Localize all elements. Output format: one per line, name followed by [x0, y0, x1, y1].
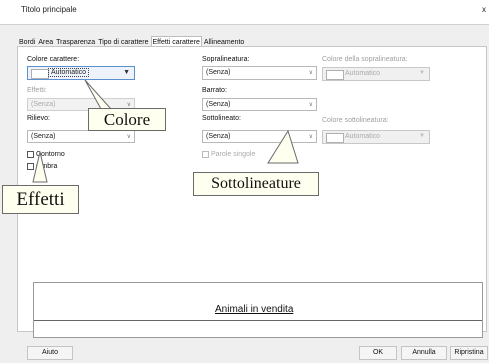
effetti-callout-pointer: [32, 151, 48, 183]
sottolineature-callout-pointer: [267, 129, 299, 164]
character-effects-dialog: Titolo principale x Bordi Area Trasparen…: [0, 0, 489, 363]
callout-colore: Colore: [88, 108, 166, 131]
callout-sottolineature: Sottolineature: [193, 172, 319, 196]
callout-effetti: Effetti: [2, 185, 79, 214]
colore-callout-pointer: [84, 79, 113, 110]
